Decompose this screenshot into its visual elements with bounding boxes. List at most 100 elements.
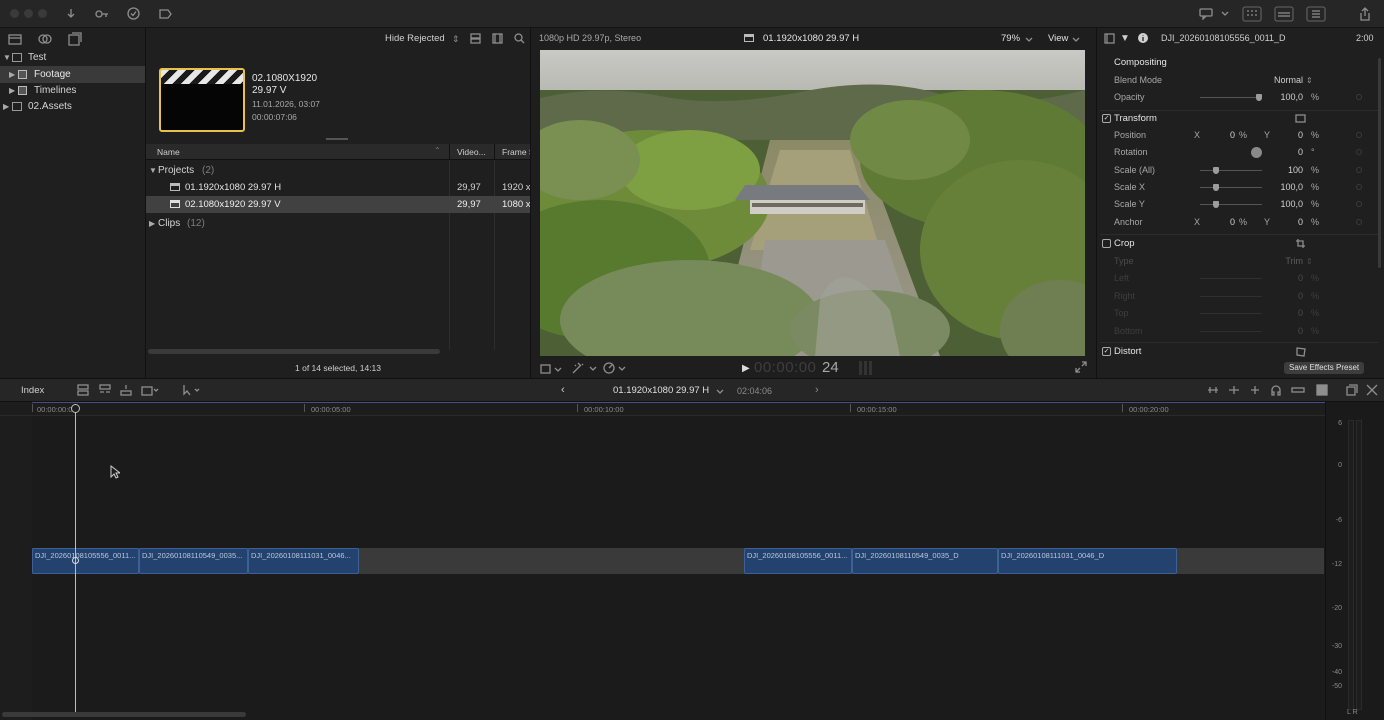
history-back-icon[interactable]: ‹ (561, 384, 565, 396)
disclosure-open-icon[interactable]: ▼ (3, 49, 11, 66)
crop-left-value[interactable]: 0 (1277, 273, 1303, 283)
scale-all-slider[interactable] (1200, 170, 1262, 171)
solo-icon[interactable] (1291, 385, 1305, 395)
reset-dot[interactable] (1356, 184, 1362, 190)
crop-transform-menu-icon[interactable] (540, 363, 562, 375)
position-x-value[interactable]: 0 (1207, 130, 1235, 140)
opacity-slider-knob[interactable] (1256, 94, 1262, 101)
timeline-project-title[interactable]: 01.1920x1080 29.97 H (613, 385, 709, 396)
crop-right-slider[interactable] (1200, 296, 1262, 297)
share-icon[interactable] (1359, 7, 1371, 21)
libraries-icon[interactable] (8, 33, 22, 45)
tag-icon[interactable] (159, 8, 172, 20)
clip-appearance-icon[interactable] (1316, 384, 1328, 396)
filmstrip-resize-handle[interactable] (326, 138, 348, 140)
playhead-handle[interactable] (71, 404, 80, 413)
gap-clip[interactable] (359, 548, 744, 574)
transform-onscreen-icon[interactable] (1295, 113, 1306, 124)
minimize-window-button[interactable] (24, 9, 33, 18)
opacity-value[interactable]: 100,0 (1267, 92, 1303, 102)
disclosure-closed-icon[interactable]: ▶ (149, 215, 155, 232)
history-forward-icon[interactable]: › (815, 384, 819, 396)
list-item[interactable]: 01.1920x1080 29.97 H 29,97 1920 x (146, 179, 530, 196)
scale-all-value[interactable]: 100 (1267, 165, 1303, 175)
timeline-clip[interactable]: DJI_20260108105556_0011... (744, 548, 852, 574)
crop-checkbox[interactable] (1102, 239, 1111, 248)
crop-right-value[interactable]: 0 (1277, 291, 1303, 301)
save-effects-preset-button[interactable]: Save Effects Preset (1284, 362, 1364, 374)
scale-y-knob[interactable] (1213, 201, 1219, 208)
transform-checkbox[interactable]: ✓ (1102, 114, 1111, 123)
reset-dot[interactable] (1356, 167, 1362, 173)
viewer-zoom-popup[interactable]: 79% (1001, 33, 1020, 44)
blade-icon[interactable] (1249, 385, 1261, 395)
anchor-x-value[interactable]: 0 (1207, 217, 1235, 227)
filmstrip-icon[interactable] (492, 33, 503, 44)
distort-onscreen-icon[interactable] (1295, 346, 1306, 357)
crop-type-popup[interactable]: Trim (1267, 256, 1303, 266)
timeline-clip[interactable]: DJI_20260108111031_0046... (248, 548, 359, 574)
column-header-frame-size[interactable]: Frame S (502, 147, 530, 157)
key-icon[interactable] (95, 8, 109, 20)
project-thumbnail[interactable] (159, 68, 245, 132)
viewer-frame[interactable] (540, 50, 1085, 356)
timeline-clip[interactable]: DJI_20260108110549_0035... (139, 548, 248, 574)
group-row-clips[interactable]: ▶ Clips (12) (146, 215, 530, 232)
reset-dot[interactable] (1356, 201, 1362, 207)
disclosure-closed-icon[interactable]: ▶ (9, 66, 15, 83)
column-header-video[interactable]: Video... (457, 147, 486, 157)
position-y-value[interactable]: 0 (1277, 130, 1303, 140)
index-button[interactable]: Index (21, 385, 44, 396)
scale-x-knob[interactable] (1213, 184, 1219, 191)
crop-left-slider[interactable] (1200, 278, 1262, 279)
crop-top-slider[interactable] (1200, 313, 1262, 314)
transitions-browser-icon[interactable] (1366, 384, 1378, 396)
event-item-timelines[interactable]: ▶ Timelines (0, 82, 145, 99)
crop-bottom-value[interactable]: 0 (1277, 326, 1303, 336)
info-icon[interactable] (1137, 32, 1149, 44)
trim-icon[interactable] (1228, 385, 1240, 395)
distort-checkbox[interactable]: ✓ (1102, 347, 1111, 356)
group-row-projects[interactable]: ▼ Projects (2) (146, 162, 530, 179)
zoom-window-button[interactable] (38, 9, 47, 18)
titles-generators-icon[interactable] (68, 32, 82, 46)
crop-bottom-slider[interactable] (1200, 331, 1262, 332)
timeline-scrollbar[interactable] (2, 712, 246, 717)
reset-dot[interactable] (1356, 149, 1362, 155)
inspector-layout-icon[interactable] (1306, 6, 1326, 22)
disclosure-open-icon[interactable]: ▼ (149, 162, 157, 179)
fullscreen-icon[interactable] (1075, 361, 1087, 373)
insert-clip-icon[interactable] (99, 384, 111, 396)
speech-bubble-icon[interactable] (1199, 8, 1213, 20)
search-icon[interactable] (514, 33, 525, 44)
gap-clip[interactable] (1177, 548, 1324, 574)
headphones-icon[interactable] (1270, 384, 1282, 396)
rotation-value[interactable]: 0 (1277, 147, 1303, 157)
zoom-to-fit-icon[interactable] (1207, 385, 1219, 395)
enhance-menu-icon[interactable] (571, 361, 597, 375)
photos-audio-icon[interactable] (38, 32, 52, 46)
chevron-down-icon[interactable] (1221, 9, 1229, 17)
scale-x-value[interactable]: 100,0 (1267, 182, 1303, 192)
filter-icon[interactable]: ▼ (1120, 33, 1130, 45)
library-item-assets[interactable]: ▶ 02.Assets (0, 98, 145, 115)
scale-y-value[interactable]: 100,0 (1267, 199, 1303, 209)
opacity-slider[interactable] (1200, 97, 1262, 98)
retime-menu-icon[interactable] (603, 361, 629, 375)
effects-browser-icon[interactable] (1346, 384, 1358, 396)
horizontal-scrollbar[interactable] (148, 349, 440, 354)
browser-layout-icon[interactable] (1242, 6, 1262, 22)
reset-dot[interactable] (1356, 94, 1362, 100)
disclosure-closed-icon[interactable]: ▶ (3, 98, 9, 115)
clip-appearance-icon[interactable] (470, 33, 481, 44)
scale-y-slider[interactable] (1200, 204, 1262, 205)
list-item-selected[interactable]: 02.1080x1920 29.97 V 29,97 1080 x (146, 196, 530, 213)
video-inspector-icon[interactable] (1104, 33, 1115, 44)
event-item-footage[interactable]: ▶ Footage (0, 66, 145, 83)
rotation-dial[interactable] (1251, 147, 1262, 158)
import-icon[interactable] (66, 8, 76, 20)
reset-dot[interactable] (1356, 132, 1362, 138)
crop-onscreen-icon[interactable] (1295, 238, 1306, 249)
overwrite-clip-icon[interactable] (141, 384, 159, 396)
append-clip-icon[interactable] (120, 384, 132, 396)
